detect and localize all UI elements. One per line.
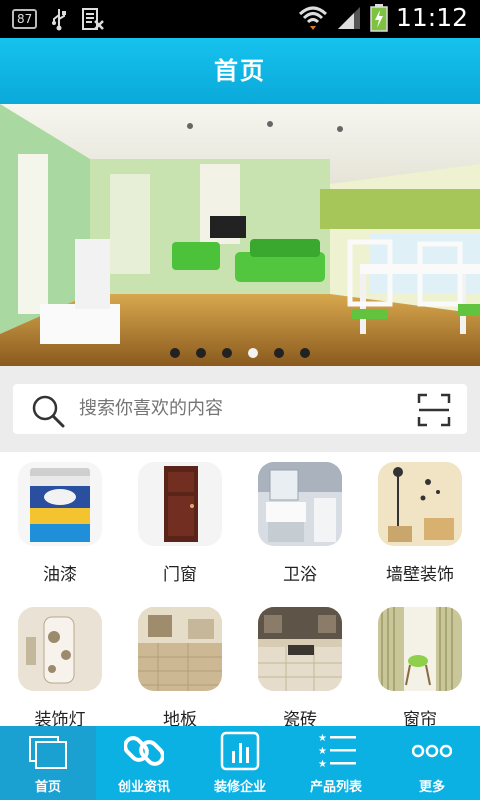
decorative-lamp-image bbox=[18, 607, 102, 691]
nav-label: 创业资讯 bbox=[117, 780, 170, 795]
nav-label: 更多 bbox=[418, 780, 445, 795]
floor-image bbox=[138, 607, 222, 691]
category-item-curtains[interactable]: 窗帘 bbox=[360, 597, 480, 734]
category-grid: 油漆 门窗 卫浴 墙壁装饰 装饰灯 地板 瓷砖 窗帘 bbox=[0, 452, 480, 730]
banner-dot[interactable] bbox=[222, 348, 232, 358]
paint-bucket-image bbox=[18, 462, 102, 546]
svg-text:★: ★ bbox=[318, 746, 327, 757]
sim-status-icon bbox=[82, 8, 105, 30]
banner-dot[interactable] bbox=[300, 348, 310, 358]
banner-image[interactable] bbox=[0, 104, 480, 366]
battery-charging-icon bbox=[370, 3, 388, 32]
more-dots-icon bbox=[412, 744, 452, 758]
category-label: 油漆 bbox=[43, 565, 77, 585]
app-bar: 首页 bbox=[0, 38, 480, 104]
search-input[interactable] bbox=[79, 384, 399, 434]
category-label: 墙壁装饰 bbox=[386, 565, 454, 585]
curtains-image bbox=[378, 607, 462, 691]
search-bar[interactable] bbox=[13, 384, 467, 434]
wifi-icon bbox=[298, 6, 327, 30]
category-item-doors-windows[interactable]: 门窗 bbox=[120, 452, 240, 589]
bar-chart-icon bbox=[220, 731, 260, 771]
category-label: 门窗 bbox=[163, 565, 197, 585]
category-item-lamps[interactable]: 装饰灯 bbox=[0, 597, 120, 734]
nav-item-renovation-companies[interactable]: 装修企业 bbox=[192, 726, 288, 800]
nav-label: 首页 bbox=[34, 780, 61, 795]
category-item-paint[interactable]: 油漆 bbox=[0, 452, 120, 589]
nav-item-more[interactable]: 更多 bbox=[384, 726, 480, 800]
banner-dot[interactable] bbox=[248, 348, 258, 358]
category-item-bathroom[interactable]: 卫浴 bbox=[240, 452, 360, 589]
category-item-wall-decor[interactable]: 墙壁装饰 bbox=[360, 452, 480, 589]
svg-text:★: ★ bbox=[318, 759, 327, 770]
bottom-nav: 首页 创业资讯 装修企业 ★ ★ ★ 产品列表 更多 bbox=[0, 726, 480, 800]
wooden-door-image bbox=[138, 462, 222, 546]
status-time: 11:12 bbox=[395, 3, 468, 32]
tiles-image bbox=[258, 607, 342, 691]
category-label: 卫浴 bbox=[283, 565, 317, 585]
banner-pagination bbox=[0, 348, 480, 358]
search-section bbox=[0, 366, 480, 452]
home-windows-icon bbox=[29, 736, 67, 769]
wall-decor-image bbox=[378, 462, 462, 546]
banner-carousel[interactable] bbox=[0, 104, 480, 366]
search-icon[interactable] bbox=[31, 394, 65, 428]
star-list-icon: ★ ★ ★ bbox=[318, 733, 356, 770]
svg-text:★: ★ bbox=[318, 733, 327, 744]
bathroom-image bbox=[258, 462, 342, 546]
link-icon bbox=[124, 736, 164, 766]
nav-item-business-news[interactable]: 创业资讯 bbox=[96, 726, 192, 800]
nav-item-home[interactable]: 首页 bbox=[0, 726, 96, 800]
category-item-floor[interactable]: 地板 bbox=[120, 597, 240, 734]
usb-icon bbox=[52, 9, 67, 31]
signal-icon bbox=[337, 6, 360, 29]
banner-dot[interactable] bbox=[196, 348, 206, 358]
nav-label: 产品列表 bbox=[309, 780, 362, 795]
notification-count-badge: 87 bbox=[12, 9, 38, 29]
page-title: 首页 bbox=[214, 57, 266, 85]
nav-label: 装修企业 bbox=[213, 780, 266, 795]
banner-dot[interactable] bbox=[274, 348, 284, 358]
status-bar: 87 11:12 bbox=[0, 0, 480, 38]
category-item-tiles[interactable]: 瓷砖 bbox=[240, 597, 360, 734]
banner-dot[interactable] bbox=[170, 348, 180, 358]
nav-item-product-list[interactable]: ★ ★ ★ 产品列表 bbox=[288, 726, 384, 800]
scan-icon[interactable] bbox=[417, 393, 451, 427]
